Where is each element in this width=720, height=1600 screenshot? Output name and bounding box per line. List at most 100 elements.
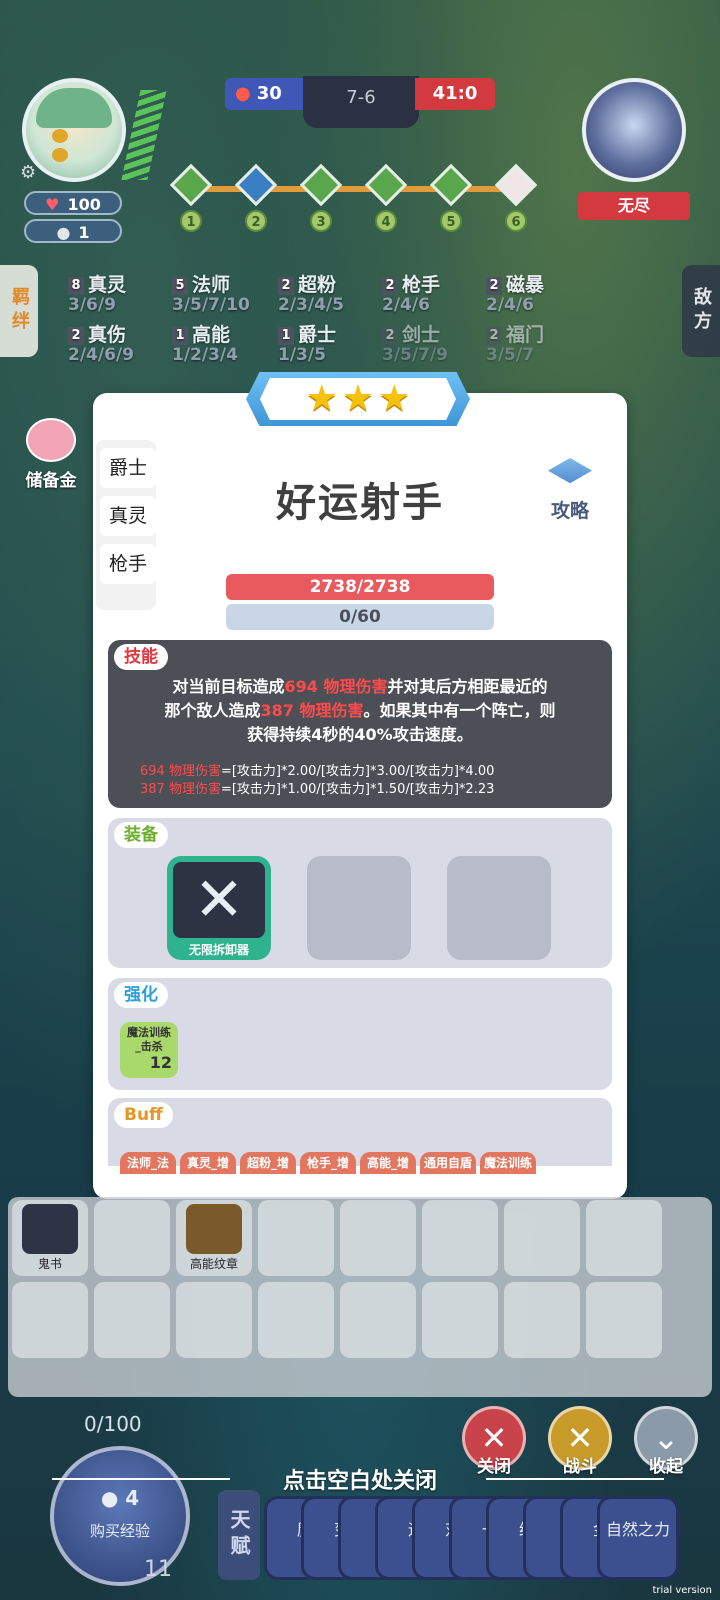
round-number: 5: [440, 210, 462, 232]
bench-slot[interactable]: [422, 1200, 498, 1276]
skill-description: 对当前目标造成694 物理伤害并对其后方相距最近的 那个敌人造成387 物理伤害…: [130, 675, 590, 747]
synergy-item: 5 法师 3/5/7/10: [172, 270, 250, 315]
star-rank-banner: ★ ★ ★: [246, 372, 470, 426]
round-track: 1 2 3 4 5 6: [169, 163, 550, 236]
synergy-name: 高能: [192, 324, 231, 346]
enemy-tab[interactable]: 敌方: [682, 265, 720, 357]
synergy-name: 真灵: [88, 274, 127, 296]
skill-formula: 387 物理伤害=[攻击力]*1.00/[攻击力]*1.50/[攻击力]*2.2…: [140, 778, 600, 797]
bench-slot[interactable]: [504, 1282, 580, 1358]
round-node: [169, 163, 213, 207]
xp-progress: 0/100: [84, 1412, 142, 1436]
bench-slot[interactable]: [340, 1282, 416, 1358]
synergy-levels: 2/3/4/5: [278, 295, 344, 315]
talent-tab[interactable]: 天赋: [218, 1490, 260, 1580]
synergy-count: 1: [278, 327, 294, 345]
synergy-count: 2: [68, 327, 84, 345]
equipment-slot[interactable]: ✕ 无限拆卸器: [167, 856, 271, 960]
skill-text-part: 对当前目标造成: [172, 677, 285, 696]
skill-formula: 694 物理伤害=[攻击力]*2.00/[攻击力]*3.00/[攻击力]*4.0…: [140, 760, 600, 779]
bench-slot[interactable]: [504, 1200, 580, 1276]
skill-line-3: 获得持续4秒的40%攻击速度。: [247, 725, 473, 744]
left-score-value: 30: [256, 83, 282, 104]
equipment-tag: 装备: [114, 822, 168, 848]
unit-mana-bar: 0/60: [226, 604, 494, 630]
fire-icon: ●: [235, 83, 251, 104]
synergy-name: 磁暴: [506, 274, 545, 296]
enemy-avatar[interactable]: [582, 78, 686, 182]
synergy-name: 真伤: [88, 324, 127, 346]
left-score: ● 30: [225, 78, 305, 110]
round-indicator: 7-6: [303, 76, 419, 128]
round-node: [299, 163, 343, 207]
enhancement-badge[interactable]: 魔法训练 _击杀 12: [120, 1022, 178, 1078]
bench-slot[interactable]: [94, 1200, 170, 1276]
bench-slot[interactable]: [422, 1282, 498, 1358]
gear-icon[interactable]: ⚙: [20, 163, 40, 183]
skill-text-part: 并对其后方相距最近的: [387, 677, 548, 696]
bench-slot[interactable]: 鬼书: [12, 1200, 88, 1276]
avatar-hair: [36, 88, 112, 128]
enhancement-name: 魔法训练: [127, 1026, 171, 1039]
synergy-count: 2: [382, 327, 398, 345]
graduation-cap-icon: [548, 458, 592, 484]
buff-chip[interactable]: 枪手_增: [300, 1152, 356, 1174]
trait-tag[interactable]: 爵士: [100, 448, 156, 488]
player-hp-value: 100: [67, 195, 101, 214]
star-icon: ★: [305, 378, 338, 419]
synergy-item: 2 真伤 2/4/6/9: [68, 320, 134, 365]
skill-tag: 技能: [114, 644, 168, 670]
buff-chip[interactable]: 通用自盾: [420, 1152, 476, 1174]
skill-damage-value: 694 物理伤害: [284, 677, 388, 696]
star-icon: ★: [341, 378, 375, 419]
synergy-count: 1: [172, 327, 188, 345]
buff-chip[interactable]: 高能_增: [360, 1152, 416, 1174]
synergy-item: 1 高能 1/2/3/4: [172, 320, 238, 365]
round-node: [429, 163, 473, 207]
bench-slot[interactable]: [586, 1282, 662, 1358]
round-number: 4: [375, 210, 397, 232]
enhancement-subtitle: _击杀: [135, 1040, 163, 1053]
trait-tag[interactable]: 真灵: [100, 496, 156, 536]
synergy-item: 2 超粉 2/3/4/5: [278, 270, 344, 315]
bench-slot[interactable]: [340, 1200, 416, 1276]
bench-slot[interactable]: [12, 1282, 88, 1358]
synergy-levels: 3/5/7: [486, 345, 534, 365]
bench-slot[interactable]: 高能纹章: [176, 1200, 252, 1276]
buff-chip[interactable]: 真灵_增: [180, 1152, 236, 1174]
formula-expression: =[攻击力]*2.00/[攻击力]*3.00/[攻击力]*4.00: [220, 764, 495, 779]
equipment-slot-empty[interactable]: [307, 856, 411, 960]
unit-name: 好运射手: [276, 480, 444, 526]
synergy-levels: 2/4/6: [486, 295, 534, 315]
bench-slot[interactable]: [258, 1200, 334, 1276]
synergy-count: 8: [68, 277, 84, 295]
trait-tag[interactable]: 枪手: [100, 544, 156, 584]
skill-damage-value: 387 物理伤害: [260, 701, 364, 720]
synergy-count: 5: [172, 277, 188, 295]
synergy-item: 2 磁暴 2/4/6: [486, 270, 544, 315]
synergy-count: 2: [382, 277, 398, 295]
reserve-fund-button[interactable]: 储备金: [16, 418, 86, 491]
formula-expression: =[攻击力]*1.00/[攻击力]*1.50/[攻击力]*2.23: [220, 782, 495, 797]
talent-card[interactable]: 自然之力: [597, 1496, 679, 1580]
bench-slot[interactable]: [258, 1282, 334, 1358]
synergy-item: 2 剑士 3/5/7/9: [382, 320, 448, 365]
bench-slot[interactable]: [586, 1200, 662, 1276]
bench-slot[interactable]: [176, 1282, 252, 1358]
synergy-tab[interactable]: 羁绊: [0, 265, 38, 357]
bench-slot[interactable]: [94, 1282, 170, 1358]
buff-chip[interactable]: 超粉_增: [240, 1152, 296, 1174]
score-bar: ● 30 7-6 41:0: [225, 76, 495, 128]
equipment-slot-empty[interactable]: [447, 856, 551, 960]
buff-chip[interactable]: 法师_法: [120, 1152, 176, 1174]
round-number: 3: [310, 210, 332, 232]
close-hint[interactable]: 点击空白处关闭: [0, 1463, 720, 1495]
buff-chip[interactable]: 魔法训练: [480, 1152, 536, 1174]
skill-text-part: 那个敌人造成: [164, 701, 261, 720]
player-coins-value: 1: [78, 223, 90, 242]
strategy-button[interactable]: 攻略: [535, 458, 605, 523]
player-level: 11: [144, 1557, 172, 1582]
star-rank-inner: ★ ★ ★: [260, 378, 456, 420]
strategy-label: 攻略: [550, 500, 589, 522]
emblem-icon: [186, 1204, 242, 1254]
